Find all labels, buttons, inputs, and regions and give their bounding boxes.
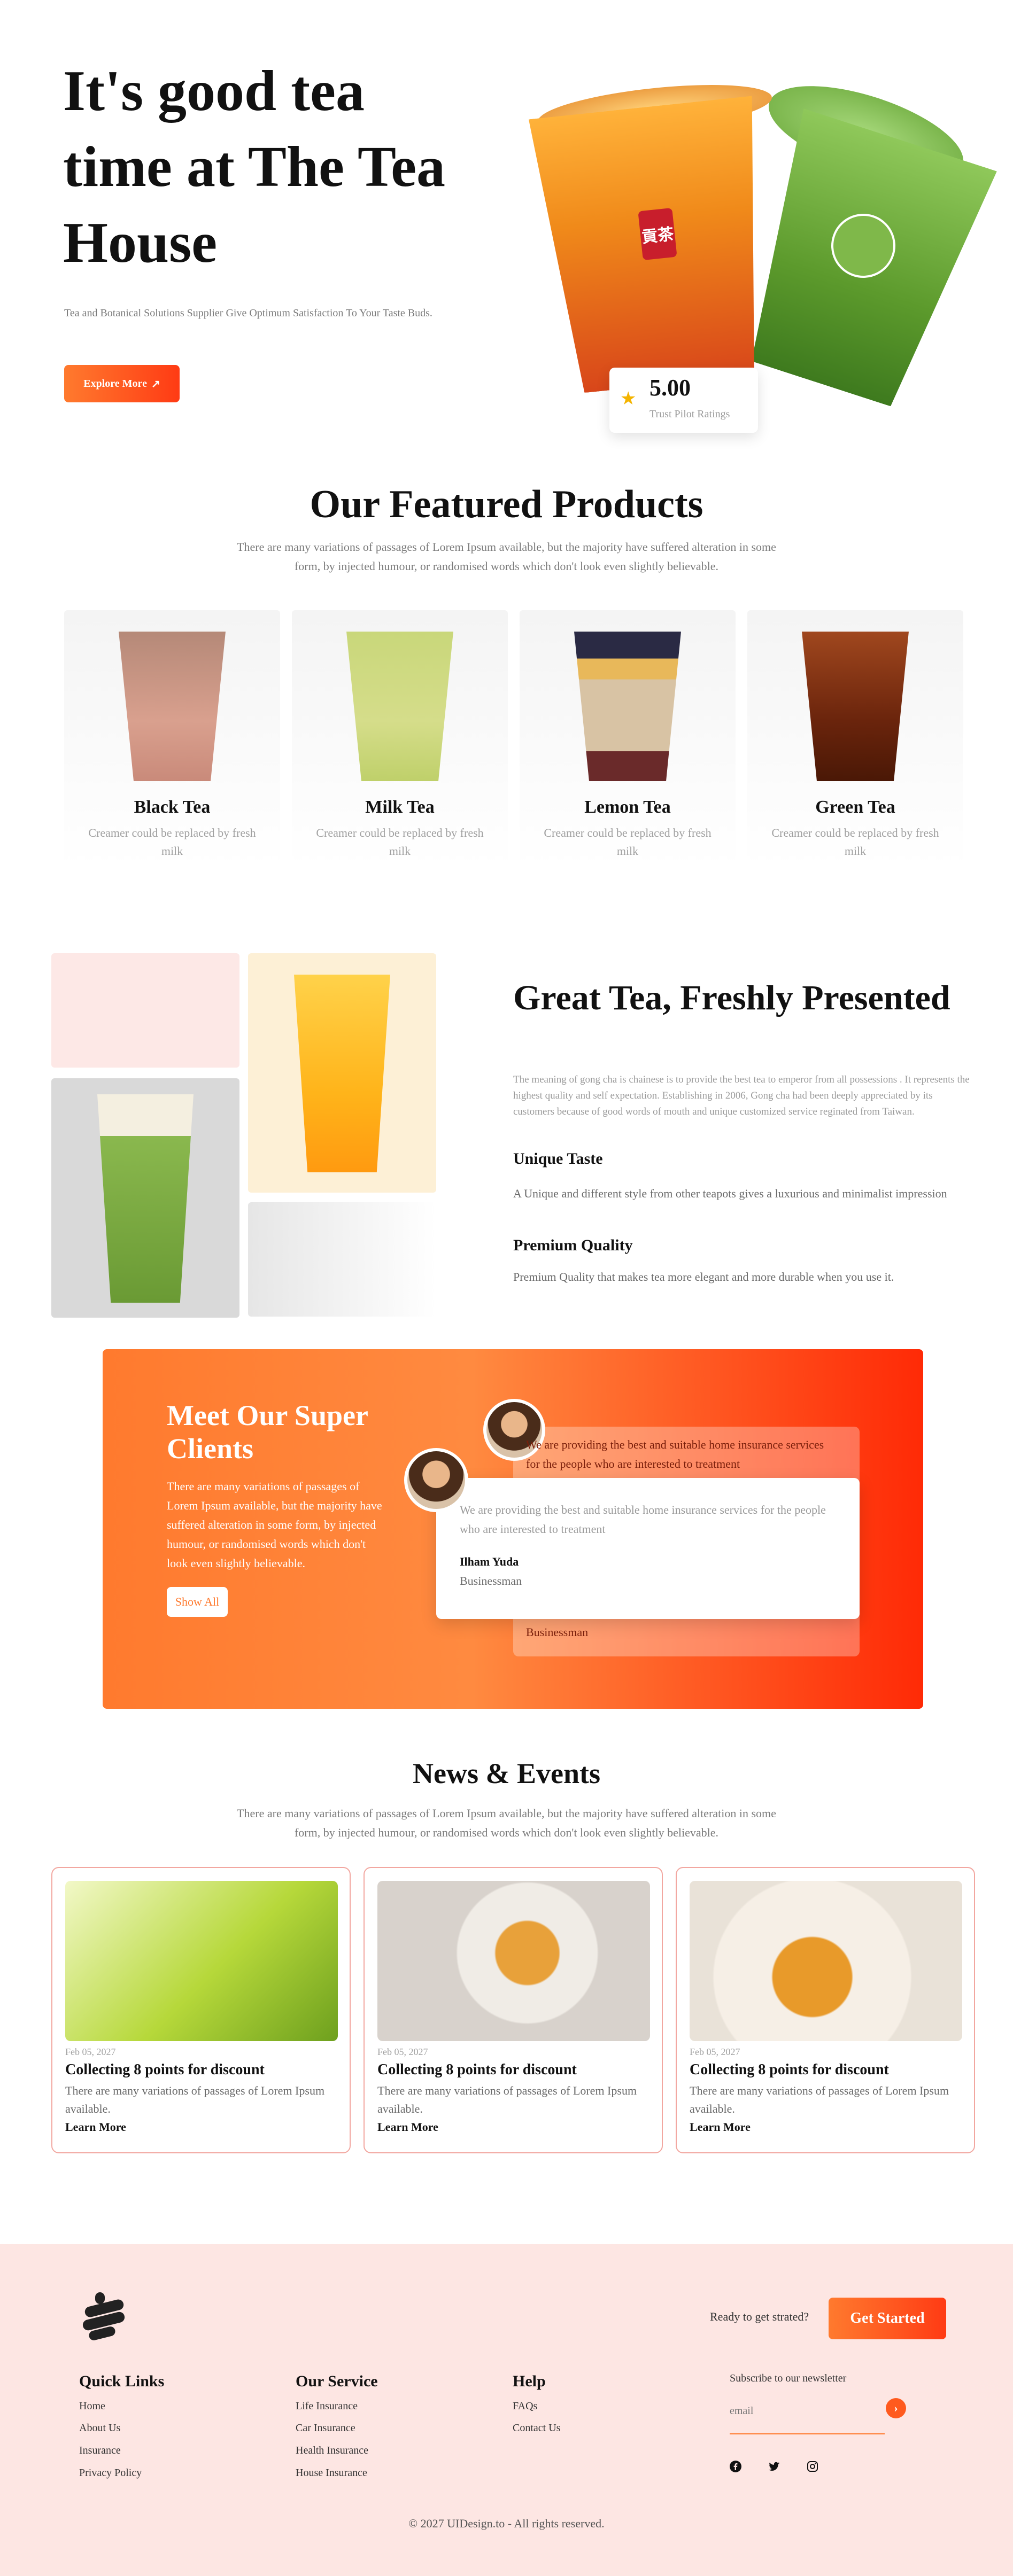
footer-link-life-insurance[interactable]: Life Insurance [296, 2400, 358, 2412]
copyright: © 2027 UIDesign.to - All rights reserved… [408, 2517, 605, 2530]
our-service-title: Our Service [296, 2372, 378, 2390]
help-title: Help [513, 2372, 546, 2390]
footer-link-car-insurance[interactable]: Car Insurance [296, 2422, 355, 2434]
news-text: There are many variations of passages of… [65, 2084, 325, 2115]
learn-more-link[interactable]: Learn More [65, 2120, 126, 2134]
milk-tea-image [346, 632, 453, 781]
newsletter-label: Subscribe to our newsletter [730, 2372, 847, 2384]
arrow-up-right-icon: ↗ [151, 378, 160, 390]
product-card[interactable]: Green Tea Creamer could be replaced by f… [747, 610, 963, 867]
footer-link-insurance[interactable]: Insurance [79, 2445, 121, 2457]
clients-description: There are many variations of passages of… [167, 1480, 382, 1570]
email-input[interactable] [730, 2400, 879, 2422]
testimonial-name: Ilham Yuda [460, 1555, 519, 1568]
star-icon: ★ [620, 389, 637, 409]
explore-more-label: Explore More [83, 377, 147, 390]
news-text: There are many variations of passages of… [377, 2084, 637, 2115]
product-card[interactable]: Lemon Tea Creamer could be replaced by f… [520, 610, 736, 867]
footer-link-home[interactable]: Home [79, 2400, 105, 2412]
featured-title: Our Featured Products [310, 482, 703, 526]
footer-link-house-insurance[interactable]: House Insurance [296, 2467, 367, 2479]
testimonial-role: Businessman [460, 1574, 522, 1587]
news-date: Feb 05, 2027 [65, 2046, 116, 2057]
product-card[interactable]: Milk Tea Creamer could be replaced by fr… [292, 610, 508, 867]
avatar [404, 1448, 468, 1512]
product-name: Lemon Tea [584, 797, 671, 817]
learn-more-link[interactable]: Learn More [377, 2120, 438, 2134]
herbal-tea-image [377, 1881, 650, 2041]
footer-link-faqs[interactable]: FAQs [513, 2400, 537, 2412]
orange-drink-image [248, 953, 436, 1193]
great-tea-paragraph: The meaning of gong cha is chainese is t… [513, 1074, 970, 1117]
news-description: There are many variations of passages of… [237, 1807, 776, 1839]
brand-logo-icon [79, 2290, 130, 2341]
decor-gray-box [248, 1202, 436, 1317]
unique-taste-heading: Unique Taste [513, 1150, 603, 1168]
hero-subtitle: Tea and Botanical Solutions Supplier Giv… [64, 307, 432, 319]
premium-quality-heading: Premium Quality [513, 1236, 633, 1254]
product-description: Creamer could be replaced by fresh milk [88, 826, 256, 858]
news-card[interactable]: Feb 05, 2027 Collecting 8 points for dis… [364, 1867, 663, 2153]
email-underline [730, 2433, 885, 2434]
product-description: Creamer could be replaced by fresh milk [316, 826, 484, 858]
fruit-tea-image [690, 1881, 962, 2041]
great-tea-title: Great Tea, Freshly Presented [513, 978, 950, 1017]
green-tea-image [802, 632, 909, 781]
chevron-right-icon[interactable]: › [886, 2398, 906, 2418]
gong-cha-logo-icon: 貢茶 [638, 207, 677, 261]
tea-box-image [65, 1881, 338, 2041]
product-name: Milk Tea [365, 797, 435, 817]
footer-link-health-insurance[interactable]: Health Insurance [296, 2445, 368, 2457]
product-description: Creamer could be replaced by fresh milk [544, 826, 712, 858]
show-all-button[interactable]: Show All [167, 1587, 228, 1617]
product-description: Creamer could be replaced by fresh milk [771, 826, 939, 858]
news-card[interactable]: Feb 05, 2027 Collecting 8 points for dis… [676, 1867, 975, 2153]
product-name: Green Tea [815, 797, 895, 817]
lemon-tea-image [574, 632, 681, 781]
hero-title: It's good tea time at The Tea House [63, 59, 446, 275]
testimonial-quote: We are providing the best and suitable h… [460, 1503, 826, 1536]
news-title: News & Events [413, 1757, 600, 1789]
featured-description: There are many variations of passages of… [237, 540, 776, 573]
quick-links-title: Quick Links [79, 2372, 165, 2390]
rating-label: Trust Pilot Ratings [649, 408, 730, 420]
clients-title: Meet Our Super Clients [167, 1399, 368, 1465]
testimonial-back-role: Businessman [526, 1625, 589, 1639]
news-heading: Collecting 8 points for discount [377, 2061, 577, 2078]
footer-link-contact[interactable]: Contact Us [513, 2422, 560, 2434]
footer-link-privacy[interactable]: Privacy Policy [79, 2467, 142, 2479]
twitter-icon[interactable] [767, 2459, 782, 2474]
product-card[interactable]: Black Tea Creamer could be replaced by f… [64, 610, 280, 867]
rating-value: 5.00 [649, 375, 691, 401]
learn-more-link[interactable]: Learn More [690, 2120, 751, 2134]
news-date: Feb 05, 2027 [377, 2046, 428, 2057]
ready-text: Ready to get strated? [710, 2310, 809, 2323]
black-tea-image [119, 632, 226, 781]
unique-taste-text: A Unique and different style from other … [513, 1187, 947, 1200]
news-text: There are many variations of passages of… [690, 2084, 949, 2115]
news-heading: Collecting 8 points for discount [690, 2061, 889, 2078]
explore-more-button[interactable]: Explore More ↗ [64, 365, 180, 402]
news-date: Feb 05, 2027 [690, 2046, 740, 2057]
get-started-button[interactable]: Get Started [829, 2298, 946, 2339]
testimonial-card [436, 1478, 860, 1619]
footer-link-about[interactable]: About Us [79, 2422, 120, 2434]
testimonial-back-quote: We are providing the best and suitable h… [526, 1438, 824, 1470]
matcha-drink-image [51, 1078, 239, 1318]
premium-quality-text: Premium Quality that makes tea more eleg… [513, 1270, 894, 1283]
news-heading: Collecting 8 points for discount [65, 2061, 265, 2078]
facebook-icon[interactable] [728, 2459, 743, 2474]
instagram-icon[interactable] [805, 2459, 820, 2474]
product-name: Black Tea [134, 797, 211, 817]
decor-pink-box [51, 953, 239, 1068]
news-card[interactable]: Feb 05, 2027 Collecting 8 points for dis… [51, 1867, 351, 2153]
